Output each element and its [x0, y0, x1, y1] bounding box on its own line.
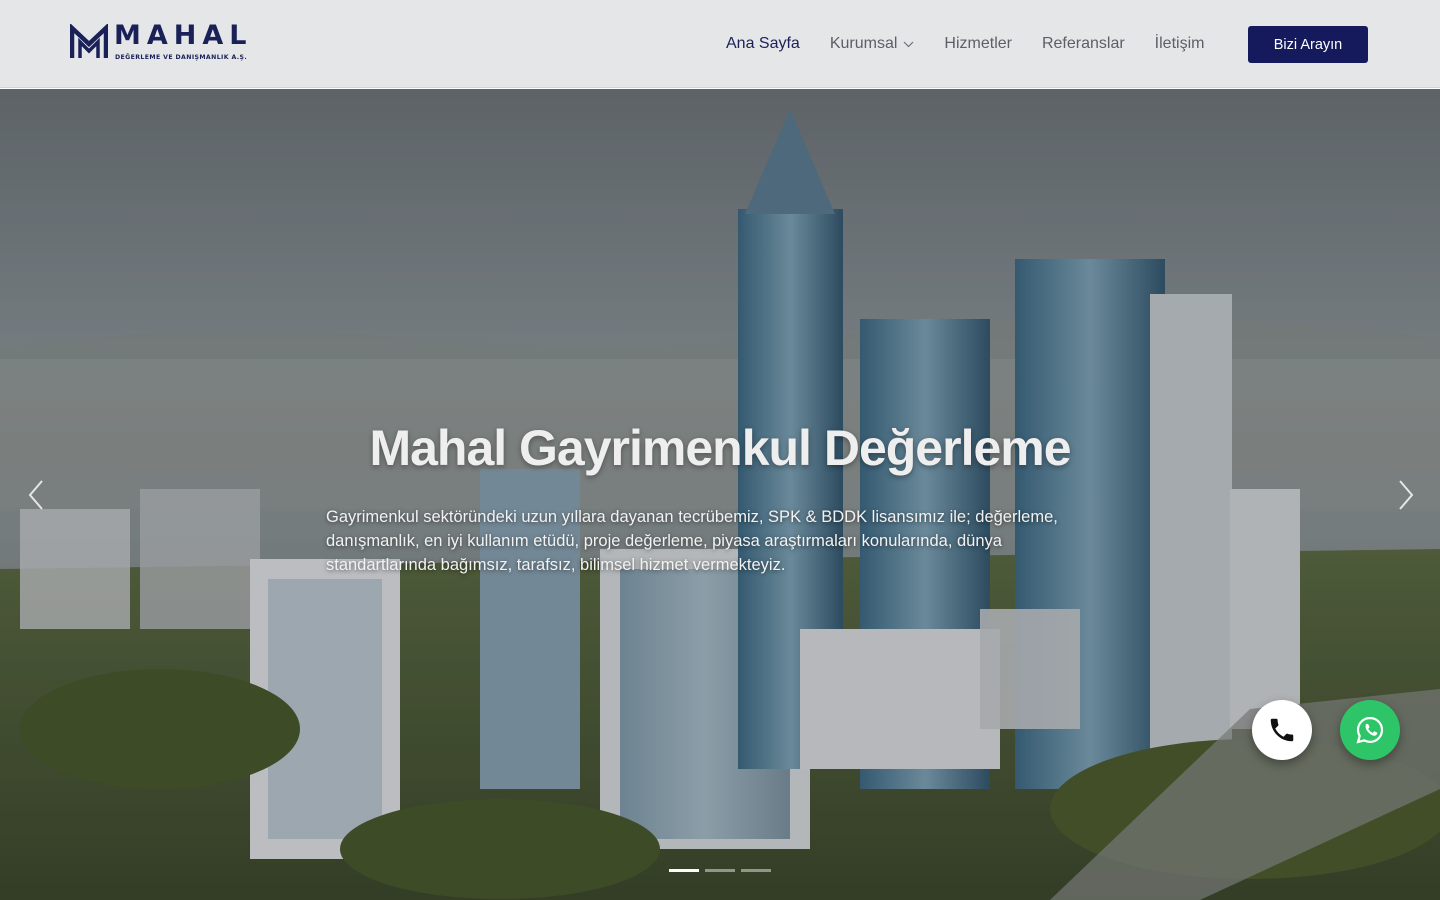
- phone-call-button[interactable]: [1252, 700, 1312, 760]
- logo-mark-icon: [70, 24, 108, 58]
- nav-item-label: Kurumsal: [829, 35, 898, 52]
- main-nav: Ana Sayfa Kurumsal Hizmetler Referanslar…: [726, 26, 1234, 62]
- nav-item-label: İletişim: [1154, 35, 1205, 52]
- nav-item-referanslar[interactable]: Referanslar: [1042, 35, 1125, 53]
- hero-slider: Mahal Gayrimenkul Değerleme Gayrimenkul …: [0, 89, 1440, 900]
- nav-item-iletisim[interactable]: İletişim: [1155, 35, 1205, 53]
- whatsapp-button[interactable]: [1340, 700, 1400, 760]
- nav-item-hizmetler[interactable]: Hizmetler: [944, 35, 1012, 53]
- hero-title: Mahal Gayrimenkul Değerleme: [369, 420, 1071, 476]
- slider-dot-2[interactable]: [705, 869, 735, 872]
- chevron-down-icon: [903, 41, 914, 47]
- chevron-left-icon: [28, 480, 43, 510]
- slider-dot-1[interactable]: [669, 869, 699, 872]
- call-us-button[interactable]: Bizi Arayın: [1248, 26, 1368, 63]
- slider-dot-3[interactable]: [741, 869, 771, 872]
- whatsapp-icon: [1356, 716, 1384, 744]
- site-header: MAHAL DEĞERLEME VE DANIŞMANLIK A.Ş. Ana …: [0, 0, 1440, 88]
- brand-name: MAHAL: [114, 20, 253, 51]
- nav-item-label: Ana Sayfa: [726, 35, 800, 52]
- nav-item-label: Hizmetler: [944, 35, 1012, 52]
- chevron-right-icon: [1399, 480, 1414, 510]
- brand-tagline: DEĞERLEME VE DANIŞMANLIK A.Ş.: [115, 54, 248, 61]
- slider-next-button[interactable]: [1390, 475, 1420, 515]
- hero-overlay: [0, 89, 1440, 900]
- nav-item-label: Referanslar: [1041, 35, 1125, 52]
- brand-logo[interactable]: MAHAL DEĞERLEME VE DANIŞMANLIK A.Ş.: [70, 20, 248, 66]
- nav-item-ana-sayfa[interactable]: Ana Sayfa: [726, 35, 800, 53]
- hero-description: Gayrimenkul sektöründeki uzun yıllara da…: [326, 508, 1058, 574]
- phone-icon: [1270, 718, 1294, 742]
- slider-indicators: [669, 869, 777, 872]
- nav-item-kurumsal[interactable]: Kurumsal: [830, 35, 915, 53]
- slider-prev-button[interactable]: [22, 475, 52, 515]
